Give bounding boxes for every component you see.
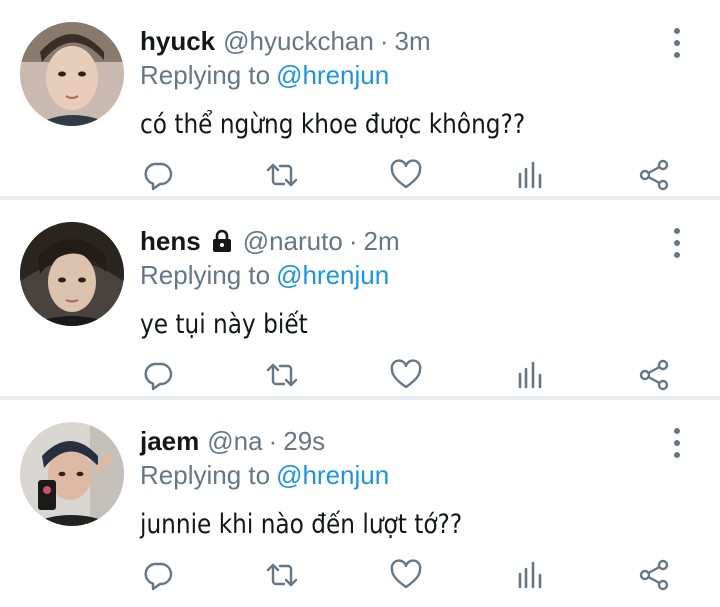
mention-link[interactable]: @hrenjun (276, 460, 389, 490)
replying-to-label: Replying to (140, 460, 271, 490)
timestamp[interactable]: 29s (283, 426, 325, 456)
display-name[interactable]: hens (140, 226, 201, 256)
tweet-header: hyuck @hyuckchan · 3m (140, 26, 431, 56)
share-button[interactable] (636, 557, 672, 593)
tweet-text: có thể ngừng khoe được không?? (140, 109, 526, 140)
timestamp[interactable]: 2m (363, 226, 399, 256)
avatar[interactable] (20, 222, 124, 326)
reply-icon (144, 162, 173, 191)
stats-button[interactable] (512, 357, 548, 393)
retweet-icon (266, 563, 298, 587)
like-icon (390, 159, 422, 189)
replying-to-label: Replying to (140, 260, 271, 290)
reply-button[interactable] (140, 357, 176, 393)
share-button[interactable] (636, 157, 672, 193)
retweet-button[interactable] (264, 157, 300, 193)
separator-dot: · (348, 226, 358, 256)
stats-button[interactable] (512, 557, 548, 593)
tweet-text: junnie khi nào đến lượt tớ?? (140, 509, 463, 540)
action-bar (140, 357, 680, 393)
like-icon (390, 559, 422, 589)
like-icon (390, 359, 422, 389)
username[interactable]: @na (207, 426, 262, 456)
reply-feed: hyuck @hyuckchan · 3m Replying to @hrenju… (0, 0, 720, 607)
username[interactable]: @naruto (243, 226, 343, 256)
retweet-icon (266, 363, 298, 387)
mention-link[interactable]: @hrenjun (276, 60, 389, 90)
retweet-button[interactable] (264, 357, 300, 393)
retweet-button[interactable] (264, 557, 300, 593)
replying-to-line: Replying to @hrenjun (140, 260, 389, 290)
share-icon (639, 559, 669, 591)
more-icon[interactable] (668, 428, 686, 458)
display-name[interactable]: jaem (140, 426, 199, 456)
avatar[interactable] (20, 22, 124, 126)
tweet-header: hens @naruto · 2m (140, 226, 400, 256)
more-icon[interactable] (668, 228, 686, 258)
tweet-item[interactable]: jaem @na · 29s Replying to @hrenjun junni… (0, 400, 720, 599)
tweet-text: ye tụi này biết (140, 309, 308, 340)
retweet-icon (266, 163, 298, 187)
more-icon[interactable] (668, 28, 686, 58)
replying-to-line: Replying to @hrenjun (140, 60, 389, 90)
tweet-item[interactable]: hyuck @hyuckchan · 3m Replying to @hrenju… (0, 0, 720, 200)
share-icon (639, 159, 669, 191)
share-button[interactable] (636, 357, 672, 393)
reply-button[interactable] (140, 557, 176, 593)
action-bar (140, 157, 680, 193)
like-button[interactable] (388, 157, 424, 193)
reply-button[interactable] (140, 157, 176, 193)
username[interactable]: @hyuckchan (223, 26, 374, 56)
tweet-header: jaem @na · 29s (140, 426, 325, 456)
display-name[interactable]: hyuck (140, 26, 215, 56)
share-icon (639, 359, 669, 391)
tweet-item[interactable]: hens @naruto · 2m Replying to @hrenjun ye… (0, 200, 720, 400)
mention-link[interactable]: @hrenjun (276, 260, 389, 290)
like-button[interactable] (388, 357, 424, 393)
separator-dot: · (268, 426, 278, 456)
replying-to-line: Replying to @hrenjun (140, 460, 389, 490)
reply-icon (144, 362, 173, 391)
replying-to-label: Replying to (140, 60, 271, 90)
timestamp[interactable]: 3m (395, 26, 431, 56)
stats-icon (518, 161, 542, 189)
stats-icon (518, 561, 542, 589)
stats-button[interactable] (512, 157, 548, 193)
lock-icon (209, 228, 235, 254)
stats-icon (518, 361, 542, 389)
reply-icon (144, 562, 173, 591)
like-button[interactable] (388, 557, 424, 593)
action-bar (140, 557, 680, 593)
avatar[interactable] (20, 422, 124, 526)
separator-dot: · (379, 26, 389, 56)
